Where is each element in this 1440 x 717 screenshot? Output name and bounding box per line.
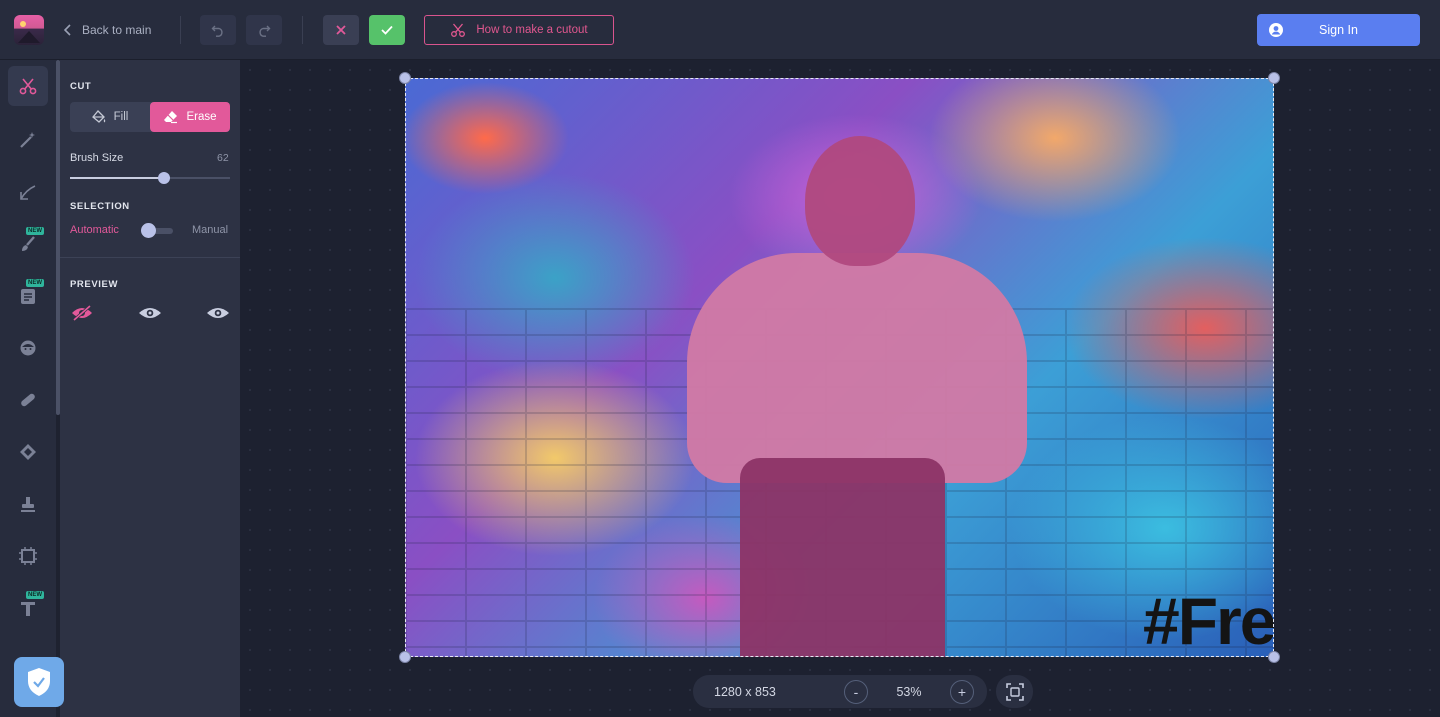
template-icon	[21, 289, 35, 304]
how-to-cutout-label: How to make a cutout	[476, 24, 588, 36]
eye-icon	[207, 308, 229, 318]
preview-section-title: PREVIEW	[70, 279, 119, 290]
preview-original-button[interactable]	[206, 303, 230, 323]
zoom-out-button[interactable]: -	[844, 679, 868, 704]
brush-size-label: Brush Size	[70, 152, 124, 164]
brush-size-value: 62	[217, 152, 229, 164]
resize-handle-top-left[interactable]	[399, 72, 411, 84]
image-dimensions: 1280 x 853	[714, 684, 776, 699]
logo-mountain	[18, 31, 40, 43]
fill-label: Fill	[113, 111, 129, 123]
back-label: Back to main	[82, 23, 152, 37]
preview-cutout-button[interactable]	[138, 303, 162, 323]
automatic-label[interactable]: Automatic	[70, 224, 119, 236]
divider	[180, 16, 181, 44]
redo-button[interactable]	[246, 15, 282, 45]
sign-in-button[interactable]: Sign In	[1257, 14, 1420, 46]
tool-magic-wand[interactable]	[8, 120, 48, 160]
fill-mode-button[interactable]: Fill	[70, 102, 150, 132]
erase-label: Erase	[186, 111, 217, 123]
stamp-icon	[21, 497, 35, 512]
security-badge[interactable]	[14, 657, 64, 707]
new-badge: NEW	[26, 591, 44, 599]
undo-icon	[211, 25, 223, 37]
scissors-icon	[451, 23, 466, 37]
cut-section-title: CUT	[70, 81, 92, 92]
undo-button[interactable]	[200, 15, 236, 45]
logo-sun	[20, 21, 26, 27]
magic-wand-icon	[20, 132, 35, 148]
close-icon	[336, 25, 346, 35]
tool-cut[interactable]	[8, 66, 48, 106]
tool-face[interactable]	[8, 328, 48, 368]
tool-template[interactable]: NEW	[8, 276, 48, 316]
scissors-icon	[19, 78, 37, 95]
new-badge: NEW	[26, 279, 44, 287]
selection-section-title: SELECTION	[70, 201, 130, 212]
zoom-bar: 1280 x 853 - 53% +	[693, 675, 987, 708]
tool-bandage[interactable]	[8, 380, 48, 420]
redo-icon	[259, 25, 271, 37]
check-icon	[381, 25, 393, 35]
fit-screen-icon	[1005, 682, 1024, 701]
selection-bounding-box[interactable]	[405, 78, 1274, 657]
zoom-level: 53%	[896, 684, 922, 699]
eye-off-icon	[72, 304, 92, 322]
resize-handle-top-right[interactable]	[1268, 72, 1280, 84]
how-to-cutout-button[interactable]: How to make a cutout	[424, 15, 614, 45]
cancel-button[interactable]	[323, 15, 359, 45]
eye-icon	[139, 308, 161, 318]
tool-stamp[interactable]	[8, 484, 48, 524]
text-icon	[21, 602, 35, 616]
bandage-icon	[21, 393, 35, 407]
resize-handle-bottom-left[interactable]	[399, 651, 411, 663]
cut-mode-toggle: Fill Erase	[70, 102, 230, 132]
new-badge: NEW	[26, 227, 44, 235]
erase-mode-button[interactable]: Erase	[150, 102, 230, 132]
brush-size-fill	[70, 177, 165, 179]
frame-icon	[19, 547, 37, 565]
tool-shape[interactable]	[8, 432, 48, 472]
tool-brush[interactable]: NEW	[8, 224, 48, 264]
shield-check-icon	[28, 668, 50, 696]
panel-divider	[60, 257, 240, 258]
preview-hide-button[interactable]	[70, 303, 94, 323]
brush-size-knob[interactable]	[158, 172, 171, 184]
curve-icon	[20, 185, 36, 200]
app-logo[interactable]	[14, 15, 44, 45]
eraser-icon	[164, 111, 178, 124]
brush-icon	[22, 236, 35, 251]
diamond-icon	[20, 444, 36, 460]
tool-frame[interactable]	[8, 536, 48, 576]
tool-rail: NEW NEW NEW	[0, 60, 56, 717]
divider	[302, 16, 303, 44]
resize-handle-bottom-right[interactable]	[1268, 651, 1280, 663]
apply-button[interactable]	[369, 15, 405, 45]
tool-text[interactable]: NEW	[8, 588, 48, 628]
zoom-in-button[interactable]: +	[950, 679, 974, 704]
tool-curve[interactable]	[8, 172, 48, 212]
sign-in-label: Sign In	[1319, 23, 1358, 37]
face-icon	[20, 340, 36, 356]
back-to-main-link[interactable]: Back to main	[64, 20, 151, 40]
cut-settings-panel: CUT Fill Erase Brush Size 62 SELECTION A…	[60, 60, 240, 717]
user-icon	[1269, 23, 1283, 37]
fit-to-screen-button[interactable]	[996, 675, 1033, 708]
paint-bucket-icon	[91, 110, 105, 123]
top-bar: Back to main How to make a cutout Sign I…	[0, 0, 1440, 60]
selection-mode-knob[interactable]	[141, 223, 156, 238]
chevron-left-icon	[64, 24, 71, 36]
manual-label[interactable]: Manual	[192, 224, 228, 236]
